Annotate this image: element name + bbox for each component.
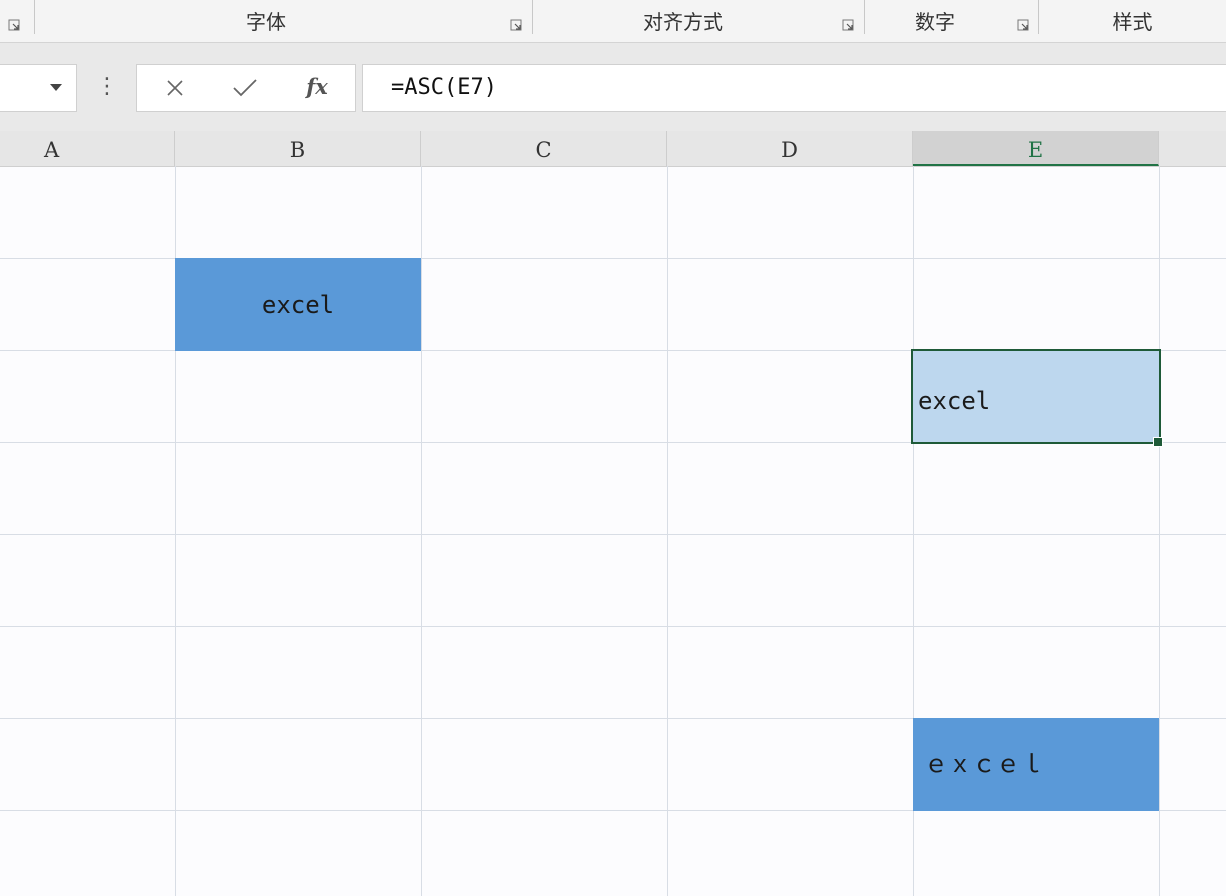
ribbon-group-font: 字体 [35, 0, 497, 42]
ribbon-group-styles: 样式 [1039, 0, 1226, 42]
function-icon: fx [306, 74, 328, 99]
ribbon-group-alignment-label: 对齐方式 [643, 10, 723, 34]
gridline [1159, 166, 1160, 896]
cell-e7[interactable]: ｅｘｃｅｌ [913, 718, 1159, 811]
ribbon-group-labels: 字体 对齐方式 数字 样式 [0, 0, 1226, 43]
close-icon [167, 80, 183, 96]
worksheet-grid[interactable]: excel excel ｅｘｃｅｌ [0, 166, 1226, 896]
cell-b2[interactable]: excel [175, 258, 421, 351]
column-header-a[interactable]: A [0, 131, 175, 166]
more-options-icon[interactable]: ⋮ [96, 73, 118, 101]
cancel-button[interactable] [145, 65, 205, 111]
cell-e3-selected[interactable]: excel [911, 349, 1161, 444]
gridline [667, 166, 668, 896]
column-header-e[interactable]: E [913, 131, 1159, 166]
enter-button[interactable] [215, 65, 275, 111]
checkmark-icon [233, 79, 257, 97]
gridline [421, 166, 422, 896]
number-dialog-launcher-icon[interactable] [1017, 19, 1029, 31]
alignment-dialog-launcher-icon[interactable] [842, 19, 854, 31]
ribbon-group-alignment: 对齐方式 [533, 0, 833, 42]
insert-function-button[interactable]: fx [287, 65, 347, 111]
ribbon-group-number-label: 数字 [915, 10, 955, 34]
gridline [0, 626, 1226, 627]
column-header-b[interactable]: B [175, 131, 421, 166]
column-headers: A B C D E [0, 131, 1226, 167]
formula-text: =ASC(E7) [391, 75, 497, 100]
formula-bar: ⋮ fx =ASC(E7) [0, 43, 1226, 131]
column-header-d[interactable]: D [667, 131, 913, 166]
font-dialog-launcher-icon[interactable] [510, 19, 522, 31]
column-header-f[interactable] [1159, 131, 1226, 166]
formula-buttons: fx [136, 64, 356, 112]
column-header-c[interactable]: C [421, 131, 667, 166]
ribbon-group-styles-label: 样式 [1112, 10, 1153, 34]
chevron-down-icon[interactable] [50, 84, 62, 91]
gridline [0, 534, 1226, 535]
formula-input[interactable]: =ASC(E7) [362, 64, 1226, 112]
fill-handle[interactable] [1153, 437, 1163, 447]
name-box[interactable] [0, 64, 77, 112]
dialog-launcher-icon[interactable] [8, 19, 20, 31]
ribbon-group-font-label: 字体 [246, 10, 286, 34]
ribbon-group-number: 数字 [865, 0, 1005, 42]
